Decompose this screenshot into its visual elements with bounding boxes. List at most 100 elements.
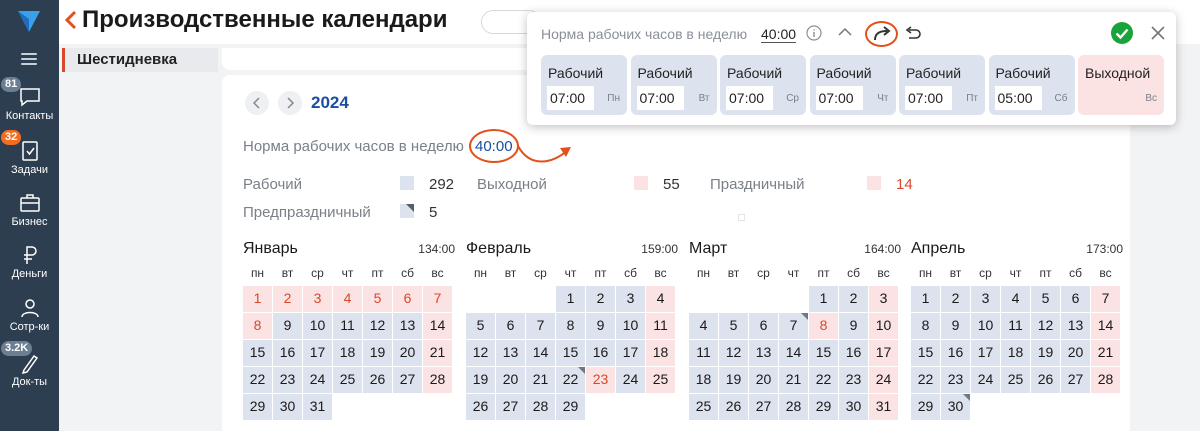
day-cell[interactable]: 24 [303, 367, 332, 393]
day-hours-input[interactable]: 05:00 [994, 86, 1042, 110]
day-cell[interactable]: 19 [363, 340, 392, 366]
day-cell[interactable]: 12 [719, 340, 748, 366]
day-cell[interactable]: 29 [243, 394, 272, 420]
day-cell[interactable]: 21 [423, 340, 452, 366]
day-cell[interactable]: 24 [869, 367, 898, 393]
day-cell[interactable]: 31 [303, 394, 332, 420]
day-cell[interactable]: 23 [586, 367, 615, 393]
chevron-up-icon[interactable] [838, 26, 852, 38]
rail-item-business[interactable]: Бизнес [0, 192, 59, 228]
day-cell[interactable]: 8 [556, 313, 585, 339]
day-cell[interactable]: 21 [526, 367, 555, 393]
day-cell[interactable]: 26 [719, 394, 748, 420]
day-cell[interactable]: 14 [1091, 313, 1120, 339]
day-cell[interactable]: 24 [971, 367, 1000, 393]
day-cell[interactable]: 22 [243, 367, 272, 393]
day-cell[interactable]: 3 [971, 286, 1000, 312]
day-cell[interactable]: 7 [1091, 286, 1120, 312]
day-cell[interactable]: 15 [911, 340, 940, 366]
day-cell[interactable]: 28 [526, 394, 555, 420]
app-logo-icon[interactable] [16, 8, 42, 34]
confirm-check-icon[interactable] [1110, 21, 1134, 45]
weekday-card[interactable]: Рабочий 07:00 Чт [809, 55, 896, 115]
day-cell[interactable]: 30 [273, 394, 302, 420]
day-cell[interactable]: 6 [496, 313, 525, 339]
close-icon[interactable] [1151, 26, 1165, 40]
weekday-card[interactable]: Рабочий 07:00 Пт [899, 55, 985, 115]
day-cell[interactable]: 16 [839, 340, 868, 366]
day-cell[interactable]: 20 [496, 367, 525, 393]
day-cell[interactable]: 6 [749, 313, 778, 339]
day-cell[interactable]: 3 [303, 286, 332, 312]
day-cell[interactable]: 19 [1031, 340, 1060, 366]
weekday-card[interactable]: Рабочий 07:00 Пн [541, 55, 627, 115]
day-cell[interactable]: 18 [333, 340, 362, 366]
day-cell[interactable]: 22 [809, 367, 838, 393]
day-cell[interactable]: 28 [779, 394, 808, 420]
day-cell[interactable]: 7 [526, 313, 555, 339]
day-cell[interactable]: 4 [1001, 286, 1030, 312]
day-cell[interactable]: 20 [393, 340, 422, 366]
day-cell[interactable]: 4 [333, 286, 362, 312]
day-cell[interactable]: 27 [1061, 367, 1090, 393]
prev-year-button[interactable] [245, 91, 269, 115]
day-cell[interactable]: 12 [466, 340, 495, 366]
day-cell[interactable]: 15 [556, 340, 585, 366]
weekday-card[interactable]: Рабочий 07:00 Ср [720, 55, 806, 115]
day-cell[interactable]: 22 [911, 367, 940, 393]
weekday-card[interactable]: Рабочий 05:00 Сб [988, 55, 1075, 115]
day-cell[interactable]: 26 [1031, 367, 1060, 393]
day-cell[interactable]: 15 [243, 340, 272, 366]
day-cell[interactable]: 14 [423, 313, 452, 339]
day-cell[interactable]: 27 [496, 394, 525, 420]
next-year-button[interactable] [278, 91, 302, 115]
day-cell[interactable]: 20 [1061, 340, 1090, 366]
day-cell[interactable]: 26 [466, 394, 495, 420]
day-cell[interactable]: 29 [556, 394, 585, 420]
day-cell[interactable]: 22 [556, 367, 585, 393]
day-cell[interactable]: 6 [393, 286, 422, 312]
list-item-active[interactable]: Шестидневка [62, 48, 218, 72]
day-cell[interactable]: 12 [363, 313, 392, 339]
day-cell[interactable]: 1 [809, 286, 838, 312]
day-cell[interactable]: 24 [616, 367, 645, 393]
day-cell[interactable]: 19 [466, 367, 495, 393]
day-cell[interactable]: 3 [869, 286, 898, 312]
day-cell[interactable]: 25 [689, 394, 718, 420]
day-cell[interactable]: 31 [869, 394, 898, 420]
day-cell[interactable]: 16 [273, 340, 302, 366]
day-cell[interactable]: 11 [689, 340, 718, 366]
day-cell[interactable]: 9 [273, 313, 302, 339]
day-cell[interactable]: 9 [586, 313, 615, 339]
day-cell[interactable]: 5 [466, 313, 495, 339]
day-cell[interactable]: 13 [393, 313, 422, 339]
day-cell[interactable]: 11 [1001, 313, 1030, 339]
day-cell[interactable]: 1 [911, 286, 940, 312]
day-cell[interactable]: 21 [779, 367, 808, 393]
day-cell[interactable]: 20 [749, 367, 778, 393]
day-cell[interactable]: 28 [423, 367, 452, 393]
day-cell[interactable]: 9 [941, 313, 970, 339]
day-cell[interactable]: 1 [556, 286, 585, 312]
day-cell[interactable]: 5 [363, 286, 392, 312]
day-cell[interactable]: 27 [749, 394, 778, 420]
day-cell[interactable]: 4 [646, 286, 675, 312]
day-hours-input[interactable]: 07:00 [815, 86, 863, 110]
day-cell[interactable]: 11 [333, 313, 362, 339]
day-cell[interactable]: 16 [941, 340, 970, 366]
day-cell[interactable]: 2 [941, 286, 970, 312]
day-cell[interactable]: 10 [303, 313, 332, 339]
day-cell[interactable]: 25 [1001, 367, 1030, 393]
day-cell[interactable]: 17 [616, 340, 645, 366]
day-hours-input[interactable]: 07:00 [636, 86, 684, 110]
day-cell[interactable]: 1 [243, 286, 272, 312]
day-hours-input[interactable]: 07:00 [726, 86, 773, 110]
day-cell[interactable]: 18 [1001, 340, 1030, 366]
day-cell[interactable]: 27 [393, 367, 422, 393]
day-cell[interactable]: 28 [1091, 367, 1120, 393]
day-cell[interactable]: 25 [646, 367, 675, 393]
day-cell[interactable]: 18 [689, 367, 718, 393]
day-cell[interactable]: 23 [273, 367, 302, 393]
rail-item-tasks[interactable]: Задачи [0, 140, 59, 176]
day-hours-input[interactable]: 07:00 [547, 86, 594, 110]
